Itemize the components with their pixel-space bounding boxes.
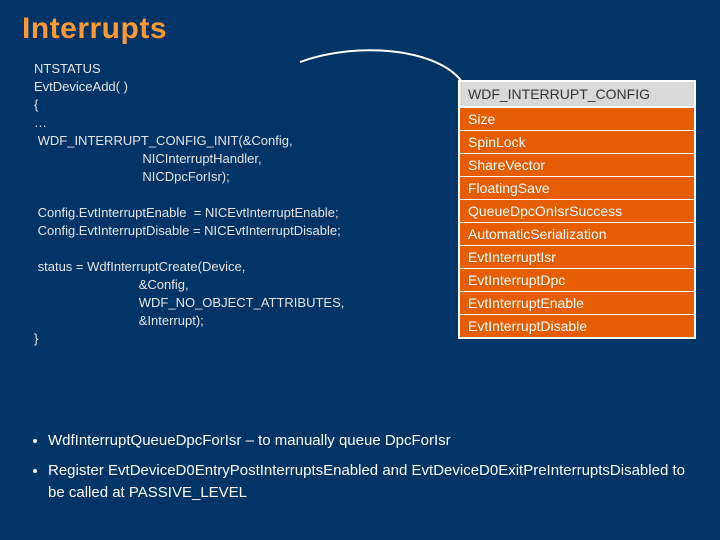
table-row: Size (460, 107, 694, 130)
config-struct-table: WDF_INTERRUPT_CONFIG Size SpinLock Share… (458, 80, 696, 339)
table-row: AutomaticSerialization (460, 222, 694, 245)
table-row: ShareVector (460, 153, 694, 176)
code-block: NTSTATUS EvtDeviceAdd( ) { … WDF_INTERRU… (34, 60, 344, 348)
list-item: Register EvtDeviceD0EntryPostInterruptsE… (48, 460, 696, 504)
table-row: EvtInterruptDisable (460, 314, 694, 337)
table-row: EvtInterruptDpc (460, 268, 694, 291)
table-row: EvtInterruptEnable (460, 291, 694, 314)
table-header: WDF_INTERRUPT_CONFIG (460, 82, 694, 107)
table-row: SpinLock (460, 130, 694, 153)
table-row: FloatingSave (460, 176, 694, 199)
table-row: QueueDpcOnIsrSuccess (460, 199, 694, 222)
table-row: EvtInterruptIsr (460, 245, 694, 268)
list-item: WdfInterruptQueueDpcForIsr – to manually… (48, 430, 696, 452)
bullet-list: WdfInterruptQueueDpcForIsr – to manually… (22, 430, 696, 512)
slide-title: Interrupts (22, 12, 167, 46)
